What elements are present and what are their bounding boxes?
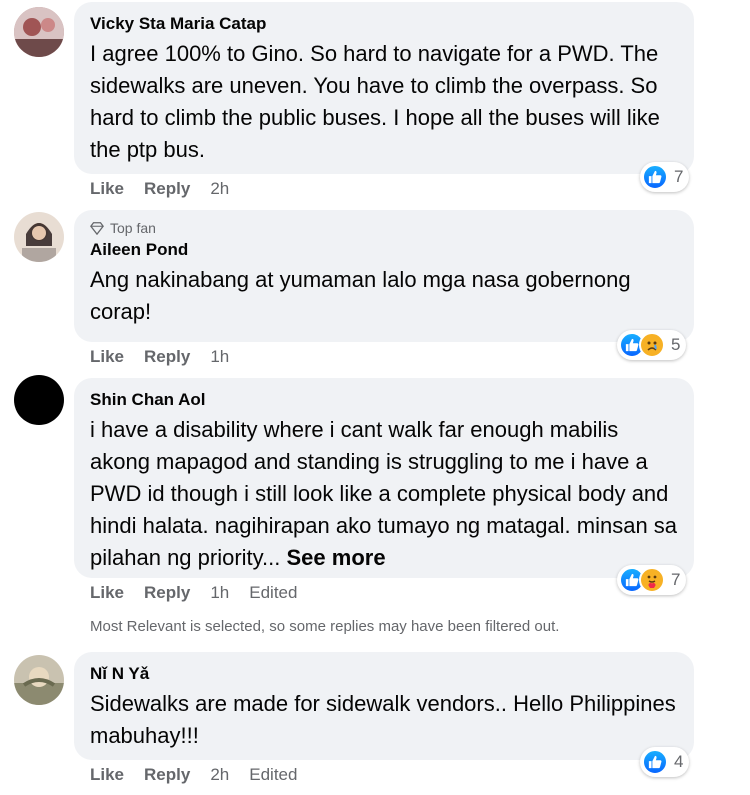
comment-bubble: Shin Chan Aol i have a disability where … — [74, 378, 694, 578]
reactions-summary[interactable]: 4 — [640, 747, 690, 777]
edited-label: Edited — [249, 583, 298, 602]
sad-reaction-icon — [639, 332, 665, 358]
comment-actions: Like Reply 2h Edited — [90, 764, 297, 786]
comment-actions: Like Reply 1h Edited — [90, 582, 297, 604]
diamond-icon — [90, 222, 104, 235]
avatar-photo — [14, 7, 64, 57]
avatar[interactable] — [14, 655, 64, 705]
reaction-count: 4 — [674, 752, 684, 771]
avatar[interactable] — [14, 7, 64, 57]
comment-author[interactable]: Nǐ N Yǎ — [90, 662, 678, 686]
like-button[interactable]: Like — [90, 582, 124, 604]
avatar-photo — [14, 655, 64, 705]
reply-button[interactable]: Reply — [144, 346, 190, 368]
like-button[interactable]: Like — [90, 178, 124, 200]
comment-timestamp[interactable]: 2h — [210, 764, 229, 786]
like-reaction-icon — [642, 164, 668, 190]
reaction-count: 7 — [671, 570, 681, 589]
comment-timestamp[interactable]: 1h — [210, 582, 229, 604]
see-more-link[interactable]: See more — [287, 545, 386, 570]
edited-label: Edited — [249, 765, 298, 784]
comment-actions: Like Reply 2h — [90, 178, 229, 200]
reactions-summary[interactable]: 7 — [617, 565, 687, 595]
top-fan-badge[interactable]: Top fan — [90, 218, 678, 238]
avatar[interactable] — [14, 212, 64, 262]
care-reaction-icon — [639, 567, 665, 593]
avatar[interactable] — [14, 375, 64, 425]
comment-text: i have a disability where i cant walk fa… — [90, 414, 678, 574]
comment-timestamp[interactable]: 2h — [210, 178, 229, 200]
like-button[interactable]: Like — [90, 346, 124, 368]
filter-notice: Most Relevant is selected, so some repli… — [90, 618, 560, 635]
comment-text: Ang nakinabang at yumaman lalo mga nasa … — [90, 267, 631, 324]
top-fan-label: Top fan — [110, 220, 156, 236]
comment-author[interactable]: Shin Chan Aol — [90, 388, 678, 412]
comment-bubble: Vicky Sta Maria Catap I agree 100% to Gi… — [74, 2, 694, 174]
comment-text: I agree 100% to Gino. So hard to navigat… — [90, 41, 660, 162]
comment-timestamp[interactable]: 1h — [210, 346, 229, 368]
reply-button[interactable]: Reply — [144, 764, 190, 786]
like-button[interactable]: Like — [90, 764, 124, 786]
reactions-summary[interactable]: 7 — [640, 162, 690, 192]
comment-author[interactable]: Vicky Sta Maria Catap — [90, 12, 678, 36]
reactions-summary[interactable]: 5 — [617, 330, 687, 360]
comment-actions: Like Reply 1h — [90, 346, 229, 368]
comment-author[interactable]: Aileen Pond — [90, 238, 678, 262]
comment-bubble: Top fan Aileen Pond Ang nakinabang at yu… — [74, 210, 694, 342]
avatar-photo — [14, 212, 64, 262]
reaction-count: 5 — [671, 335, 681, 354]
comment-text: Sidewalks are made for sidewalk vendors.… — [90, 691, 676, 748]
like-reaction-icon — [642, 749, 668, 775]
reply-button[interactable]: Reply — [144, 178, 190, 200]
comment-bubble: Nǐ N Yǎ Sidewalks are made for sidewalk … — [74, 652, 694, 760]
reply-button[interactable]: Reply — [144, 582, 190, 604]
reaction-count: 7 — [674, 167, 684, 186]
